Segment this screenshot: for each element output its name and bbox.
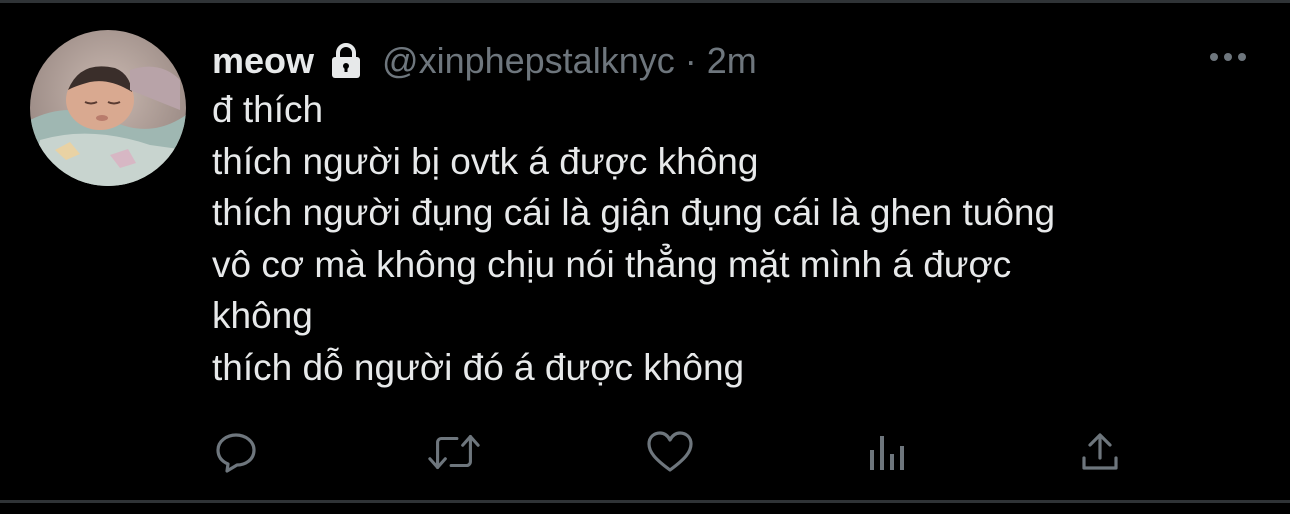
- tweet-line: thích người bị ovtk á được không: [212, 140, 759, 182]
- analytics-button[interactable]: [858, 424, 914, 480]
- separator-dot: ·: [684, 40, 697, 81]
- tweet-line: đ thích: [212, 89, 324, 130]
- analytics-icon: [870, 436, 904, 470]
- reply-icon: [216, 433, 256, 473]
- avatar[interactable]: [30, 30, 186, 186]
- avatar-photo: [30, 30, 186, 186]
- bottom-divider: [0, 500, 1290, 503]
- top-divider: [0, 0, 1290, 3]
- retweet-icon: [428, 435, 480, 469]
- heart-icon: [647, 431, 693, 472]
- tweet-line: thích dỗ người đó á được không: [212, 346, 745, 388]
- share-button[interactable]: [1072, 424, 1128, 480]
- more-options-icon[interactable]: [1200, 40, 1256, 74]
- tweet-line: thích người đụng cái là giận đụng cái là…: [212, 192, 1056, 233]
- share-icon: [1082, 433, 1118, 470]
- retweet-button[interactable]: [426, 424, 482, 480]
- tweet-line: không: [212, 295, 313, 336]
- timestamp[interactable]: 2m: [707, 40, 757, 82]
- like-button[interactable]: [642, 424, 698, 480]
- tweet-line: vô cơ mà không chịu nói thẳng mặt mình á…: [212, 243, 1012, 285]
- display-name[interactable]: meow: [212, 40, 314, 82]
- lock-icon: [326, 41, 366, 81]
- action-bar: [0, 424, 1290, 480]
- reply-button[interactable]: [208, 424, 264, 480]
- tweet-text: đ thích thích người bị ovtk á được không…: [212, 84, 1252, 393]
- tweet-header: meow @xinphepstalknyc · 2m: [212, 36, 757, 86]
- handle[interactable]: @xinphepstalknyc: [382, 40, 675, 82]
